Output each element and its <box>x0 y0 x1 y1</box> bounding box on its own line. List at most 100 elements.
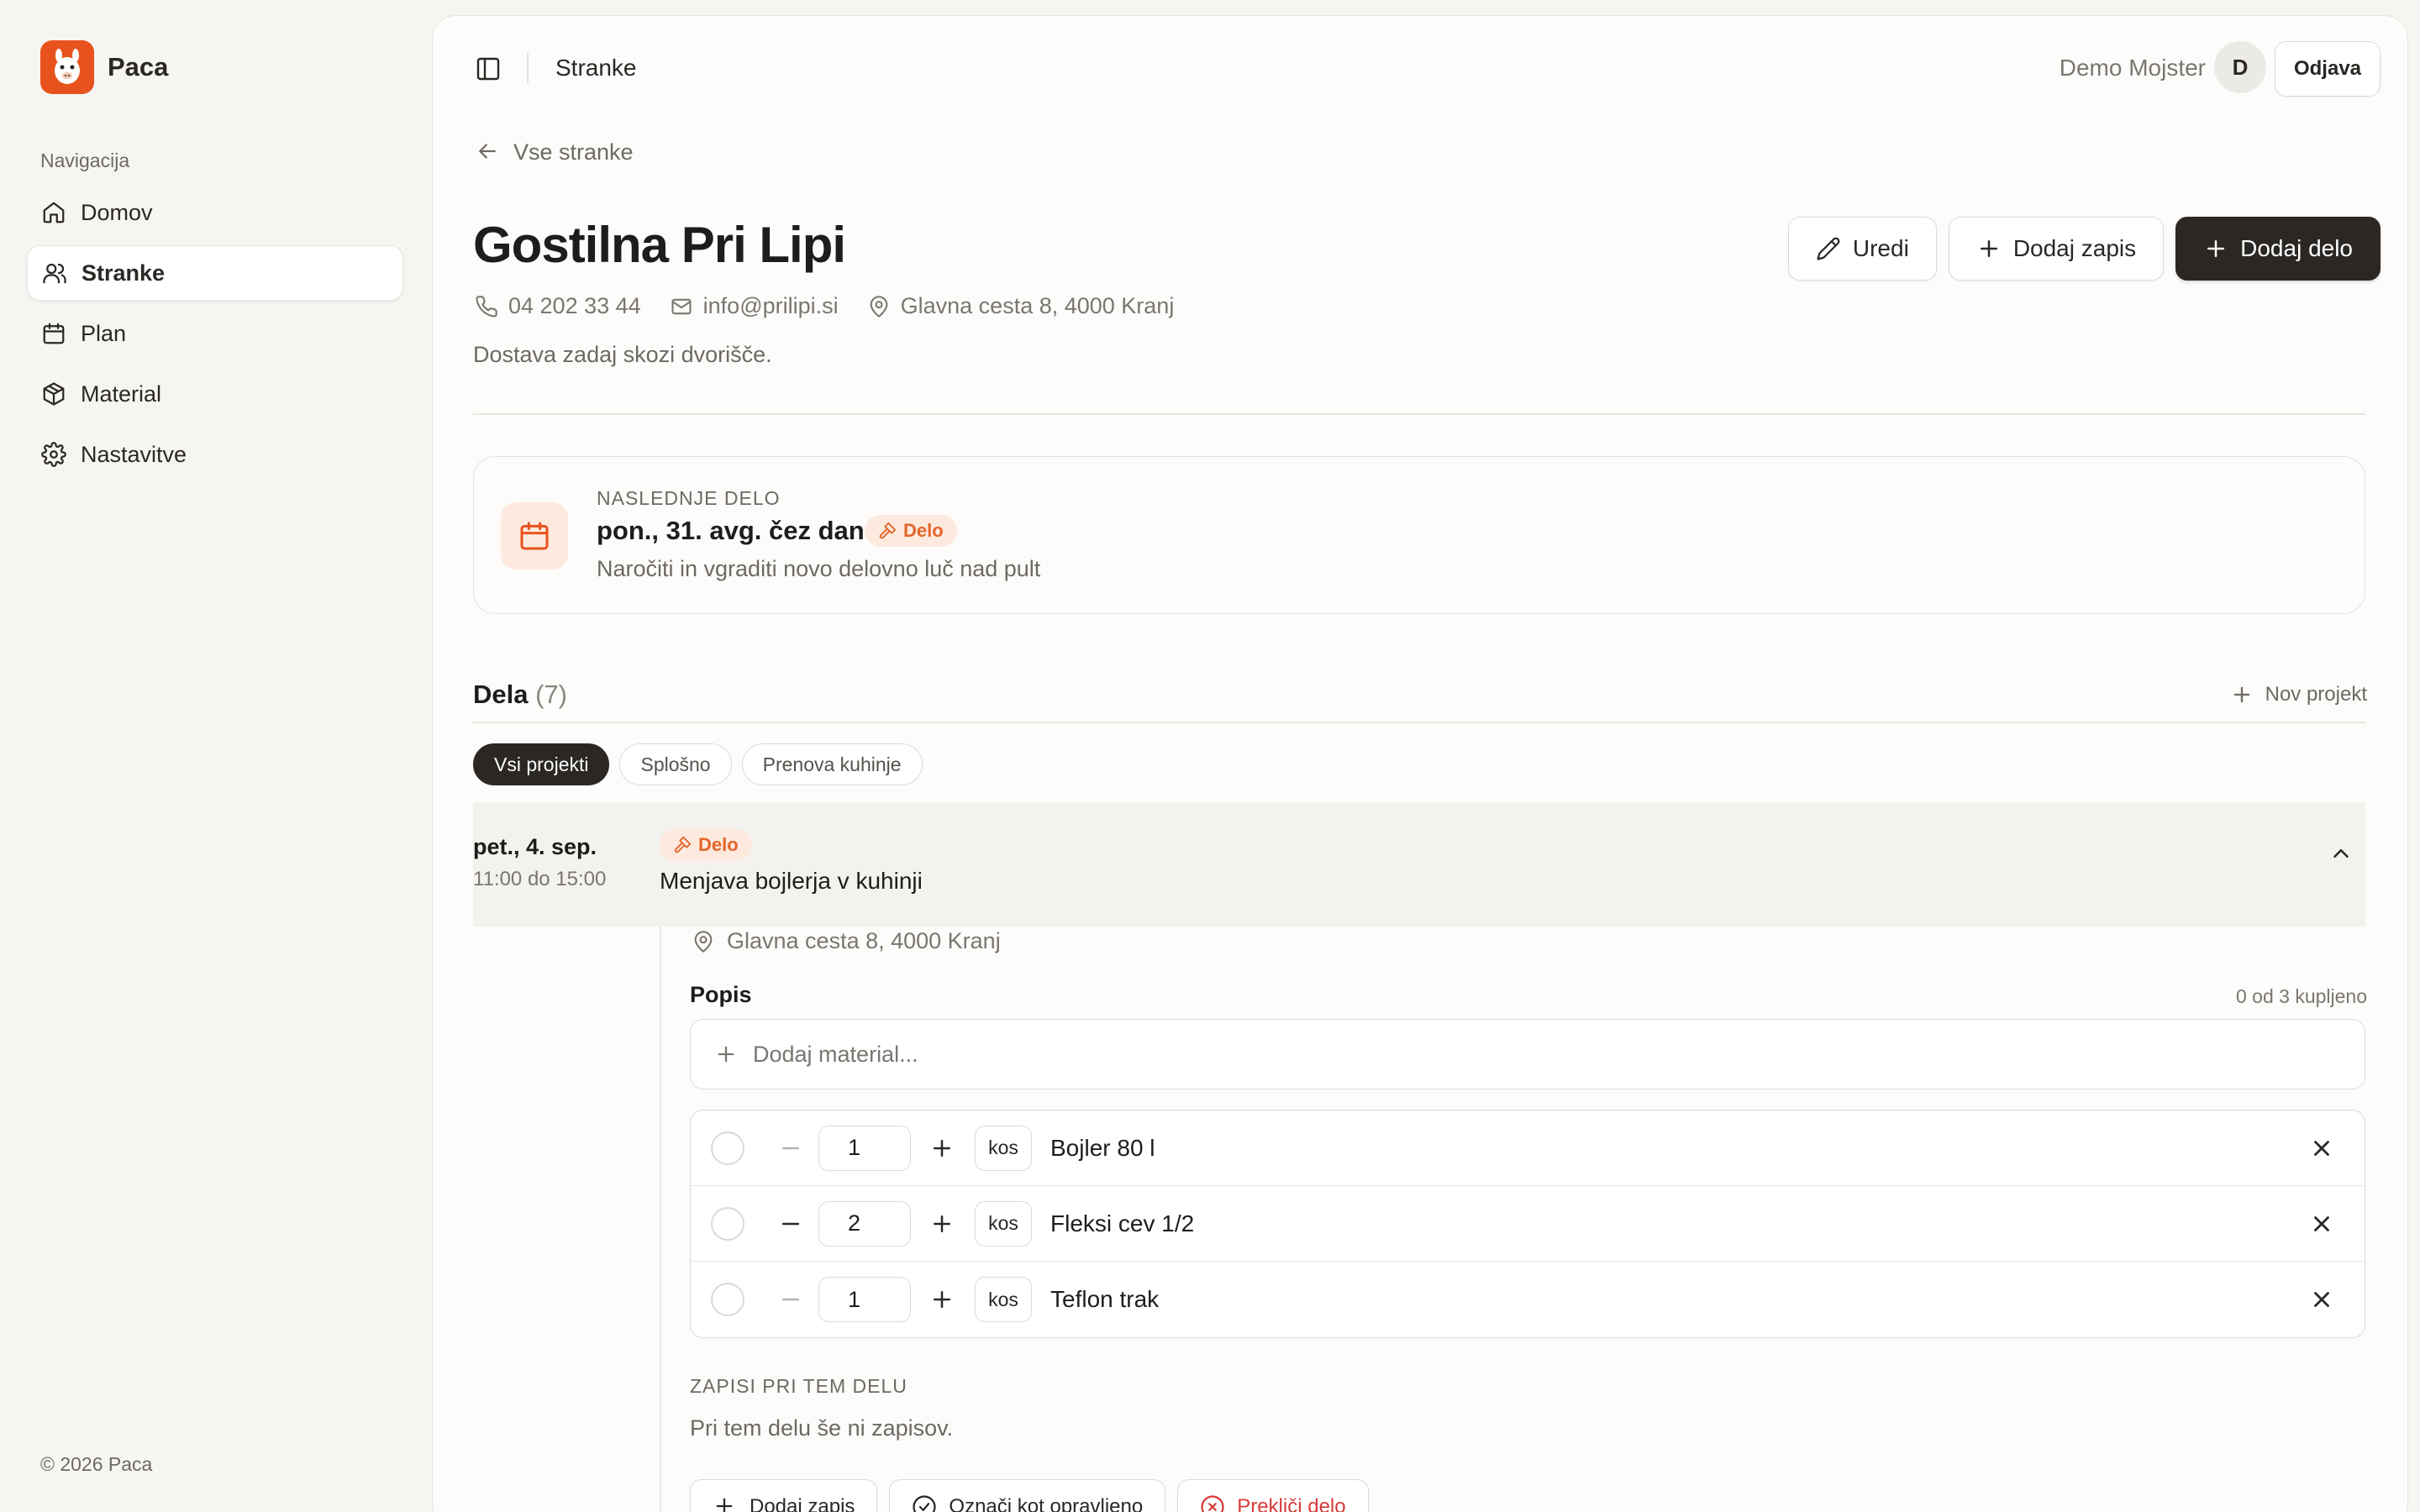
next-job-badge-label: Delo <box>903 520 944 541</box>
next-job-label: NASLEDNJE DELO <box>597 487 781 509</box>
material-checkbox[interactable] <box>711 1206 744 1241</box>
users-icon <box>41 260 68 286</box>
job-add-note-button[interactable]: Dodaj zapis <box>690 1479 878 1512</box>
client-phone[interactable]: 04 202 33 44 <box>475 293 641 319</box>
minus-icon[interactable] <box>778 1211 803 1236</box>
plus-icon[interactable] <box>929 1211 955 1236</box>
brand[interactable]: Paca <box>40 40 168 94</box>
sidebar-toggle-icon[interactable] <box>475 55 502 82</box>
add-job-button-label: Dodaj delo <box>2240 235 2353 261</box>
brand-name: Paca <box>108 52 169 81</box>
job-actions: Dodaj zapis Označi kot opravljeno Prekli… <box>690 1479 1381 1512</box>
sidebar-item-domov[interactable]: Domov <box>27 185 403 240</box>
quantity-input[interactable] <box>818 1200 911 1247</box>
add-material-placeholder: Dodaj material... <box>753 1041 918 1067</box>
unit-select[interactable]: kos <box>975 1277 1032 1322</box>
new-project-label: Nov projekt <box>2265 683 2367 706</box>
cancel-job-label: Prekliči delo <box>1237 1495 1346 1512</box>
filter-kitchen-renovation[interactable]: Prenova kuhinje <box>741 743 923 785</box>
filter-all-projects[interactable]: Vsi projekti <box>473 743 610 785</box>
check-circle-icon <box>912 1494 937 1512</box>
project-filters: Vsi projekti Splošno Prenova kuhinje <box>473 743 933 785</box>
new-project-button[interactable]: Nov projekt <box>2230 683 2367 706</box>
close-icon[interactable] <box>2309 1287 2334 1312</box>
material-list: kos Bojler 80 l kos Fleksi cev 1/2 <box>690 1110 2365 1338</box>
add-material-input[interactable]: Dodaj material... <box>690 1019 2365 1089</box>
sidebar-item-nastavitve[interactable]: Nastavitve <box>27 427 403 482</box>
job-date: pet., 4. sep. <box>473 834 597 859</box>
calendar-icon <box>501 502 568 570</box>
next-job-date: pon., 31. avg. čez dan <box>597 516 865 545</box>
calendar-icon <box>40 320 67 347</box>
material-checkbox[interactable] <box>711 1283 744 1316</box>
minus-icon[interactable] <box>778 1287 803 1312</box>
plus-icon <box>1976 236 2002 261</box>
quantity-input[interactable] <box>818 1125 911 1171</box>
x-circle-icon <box>1200 1494 1225 1512</box>
chevron-up-icon[interactable] <box>2328 841 2354 866</box>
material-name: Fleksi cev 1/2 <box>1050 1210 1195 1236</box>
edit-button[interactable]: Uredi <box>1787 217 1937 281</box>
home-icon <box>40 199 67 226</box>
plus-icon[interactable] <box>929 1287 955 1312</box>
mark-done-button[interactable]: Označi kot opravljeno <box>889 1479 1166 1512</box>
nav-heading: Navigacija <box>40 150 130 171</box>
material-row: kos Fleksi cev 1/2 <box>691 1186 2365 1262</box>
client-name: Gostilna Pri Lipi <box>473 217 846 273</box>
material-name: Bojler 80 l <box>1050 1134 1155 1161</box>
copyright: © 2026 Paca <box>40 1453 153 1475</box>
filter-general[interactable]: Splošno <box>619 743 732 785</box>
main-panel: Stranke Demo Mojster D Odjava Vse strank… <box>432 15 2408 1512</box>
settings-icon <box>40 441 67 468</box>
next-job-card[interactable]: NASLEDNJE DELO pon., 31. avg. čez dan Na… <box>473 456 2365 614</box>
client-address[interactable]: Glavna cesta 8, 4000 Kranj <box>867 293 1174 319</box>
map-pin-icon <box>692 930 715 953</box>
close-icon[interactable] <box>2309 1136 2334 1161</box>
client-email[interactable]: info@prilipi.si <box>670 293 839 319</box>
sidebar-item-stranke[interactable]: Stranke <box>27 245 403 301</box>
sidebar-item-material[interactable]: Material <box>27 366 403 422</box>
phone-icon <box>475 295 498 318</box>
unit-select[interactable]: kos <box>975 1200 1032 1247</box>
logout-button[interactable]: Odjava <box>2275 41 2381 97</box>
arrow-left-icon <box>475 139 502 165</box>
client-email-text: info@prilipi.si <box>702 293 839 318</box>
cancel-job-button[interactable]: Prekliči delo <box>1177 1479 1369 1512</box>
unit-select[interactable]: kos <box>975 1125 1032 1171</box>
header-divider <box>473 413 2365 415</box>
plus-icon <box>2230 683 2254 706</box>
add-note-button[interactable]: Dodaj zapis <box>1948 217 2165 281</box>
plus-icon <box>2203 236 2228 261</box>
back-link-label: Vse stranke <box>513 139 634 165</box>
material-checkbox[interactable] <box>711 1131 744 1165</box>
sidebar-item-label: Material <box>81 381 162 407</box>
close-icon[interactable] <box>2309 1211 2334 1236</box>
job-title: Menjava bojlerja v kuhinji <box>660 868 923 894</box>
client-note: Dostava zadaj skozi dvorišče. <box>473 342 772 367</box>
job-badge-label: Delo <box>698 834 739 855</box>
mark-done-label: Označi kot opravljeno <box>949 1495 1144 1512</box>
back-link[interactable]: Vse stranke <box>475 139 634 165</box>
avatar[interactable]: D <box>2214 41 2266 93</box>
job-row[interactable]: pet., 4. sep. 11:00 do 15:00 Delo Menjav… <box>473 802 2365 927</box>
sidebar-item-plan[interactable]: Plan <box>27 306 403 361</box>
mail-icon <box>670 295 693 318</box>
add-note-button-label: Dodaj zapis <box>2012 235 2137 261</box>
quantity-input[interactable] <box>818 1277 911 1322</box>
jobs-divider <box>473 722 2365 723</box>
minus-icon[interactable] <box>778 1136 803 1161</box>
job-address[interactable]: Glavna cesta 8, 4000 Kranj <box>692 928 1001 954</box>
bought-count: 0 od 3 kupljeno <box>2235 985 2367 1007</box>
jobs-count: (7) <box>535 680 567 709</box>
plus-icon[interactable] <box>929 1136 955 1161</box>
plus-icon <box>713 1494 738 1512</box>
contact-row: 04 202 33 44 info@prilipi.si Glavna cest… <box>475 293 1202 319</box>
sidebar-item-label: Nastavitve <box>81 441 187 467</box>
job-notes-label: ZAPISI PRI TEM DELU <box>690 1375 908 1397</box>
sidebar-item-label: Stranke <box>82 260 166 286</box>
alpaca-logo-icon <box>40 40 94 94</box>
topbar-separator <box>527 53 529 83</box>
add-job-button[interactable]: Dodaj delo <box>2175 217 2381 281</box>
sidebar-nav: Domov Stranke Plan Material Nastavitve <box>27 185 403 487</box>
job-notes-empty: Pri tem delu še ni zapisov. <box>690 1415 954 1441</box>
